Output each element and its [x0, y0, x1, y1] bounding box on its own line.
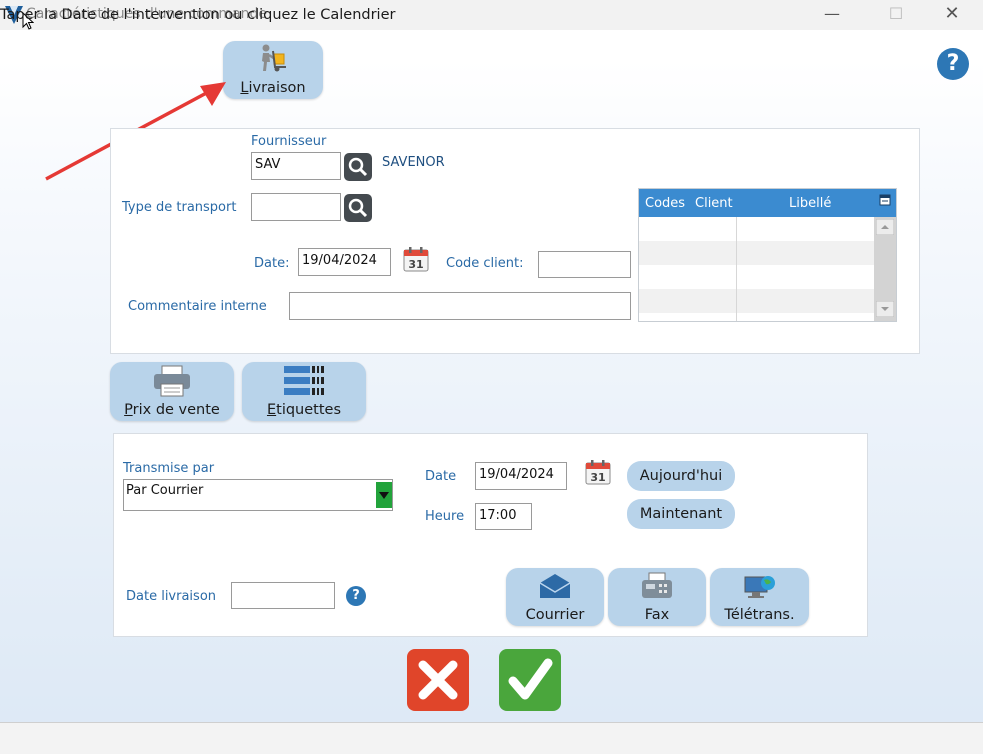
computer-globe-icon — [744, 576, 775, 598]
date-label: Date: — [254, 256, 290, 271]
fournisseur-input[interactable]: SAV — [251, 152, 341, 180]
calendar-icon[interactable]: 31 — [403, 246, 429, 272]
transmise-par-label: Transmise par — [123, 461, 215, 476]
status-bar — [0, 722, 983, 754]
chevron-down-icon — [379, 492, 389, 499]
grid-options-icon[interactable] — [879, 194, 891, 206]
fournisseur-name: SAVENOR — [382, 155, 445, 170]
close-window-button[interactable]: ✕ — [929, 0, 975, 30]
date-input[interactable]: 19/04/2024 — [298, 248, 391, 276]
aujourdhui-button[interactable]: Aujourd'hui — [627, 461, 735, 491]
grid-col-codes[interactable]: Codes — [645, 196, 685, 211]
maintenant-button[interactable]: Maintenant — [627, 499, 735, 529]
type-transport-input[interactable] — [251, 193, 341, 221]
courrier-label: Courrier — [525, 607, 585, 623]
help-icon[interactable]: ? — [937, 48, 969, 80]
svg-text:31: 31 — [590, 471, 605, 484]
table-row[interactable] — [639, 241, 874, 265]
dropdown-button[interactable] — [376, 482, 392, 508]
grid-header: Codes Client Libellé — [639, 189, 896, 217]
search-icon — [348, 198, 368, 218]
date-livraison-label: Date livraison — [126, 589, 217, 604]
client-grid[interactable]: Codes Client Libellé — [638, 188, 897, 322]
trans-heure-label: Heure — [425, 509, 465, 524]
livraison-label: Livraison — [240, 80, 306, 96]
fax-button[interactable]: Fax — [608, 568, 706, 626]
prix-de-vente-label: Prix de vente — [124, 402, 220, 418]
barcode-labels-icon — [284, 366, 324, 395]
search-icon — [348, 157, 368, 177]
teletrans-label: Télétrans. — [724, 607, 795, 623]
grid-col-client[interactable]: Client — [695, 196, 733, 211]
grid-scrollbar[interactable] — [874, 217, 896, 321]
commentaire-label: Commentaire interne — [128, 299, 267, 314]
ok-button[interactable] — [499, 649, 561, 711]
code-client-input[interactable] — [538, 251, 631, 278]
table-row[interactable] — [639, 289, 874, 313]
grid-column-divider — [736, 217, 737, 321]
transmise-par-select[interactable]: Par Courrier — [123, 479, 393, 511]
printer-icon — [154, 365, 190, 397]
fournisseur-search-button[interactable] — [344, 153, 372, 181]
courrier-button[interactable]: Courrier — [506, 568, 604, 626]
calendar-icon[interactable]: 31 — [585, 459, 611, 485]
commentaire-input[interactable] — [289, 292, 631, 320]
fax-label: Fax — [644, 607, 670, 623]
delivery-man-icon — [262, 44, 286, 72]
type-transport-label: Type de transport — [122, 200, 237, 215]
maximize-button[interactable]: ☐ — [873, 0, 919, 30]
envelope-icon — [539, 574, 571, 598]
table-row[interactable] — [639, 265, 874, 289]
fournisseur-label: Fournisseur — [251, 134, 327, 149]
transmise-par-value: Par Courrier — [126, 483, 204, 498]
minimize-button[interactable]: — — [809, 0, 855, 30]
date-livraison-input[interactable] — [231, 582, 335, 609]
trans-date-label: Date — [425, 469, 457, 484]
scroll-up-icon[interactable] — [876, 219, 894, 235]
code-client-label: Code client: — [446, 256, 524, 271]
svg-text:31: 31 — [408, 258, 423, 271]
x-icon — [418, 660, 458, 700]
livraison-button[interactable]: Livraison — [223, 41, 323, 99]
etiquettes-button[interactable]: Etiquettes — [242, 362, 366, 421]
teletrans-button[interactable]: Télétrans. — [710, 568, 809, 626]
trans-heure-input[interactable]: 17:00 — [475, 503, 532, 530]
scroll-down-icon[interactable] — [876, 301, 894, 317]
table-row[interactable] — [639, 217, 874, 241]
prix-de-vente-button[interactable]: Prix de vente — [110, 362, 234, 421]
fax-icon — [642, 572, 672, 598]
trans-date-input[interactable]: 19/04/2024 — [475, 462, 567, 490]
status-text: Taper la Date de l'intervention ou cliqu… — [0, 7, 396, 23]
grid-col-libelle[interactable]: Libellé — [789, 196, 831, 211]
check-icon — [508, 658, 553, 700]
etiquettes-label: Etiquettes — [266, 402, 342, 418]
type-transport-search-button[interactable] — [344, 194, 372, 222]
date-livraison-help-icon[interactable]: ? — [346, 586, 366, 606]
cancel-button[interactable] — [407, 649, 469, 711]
